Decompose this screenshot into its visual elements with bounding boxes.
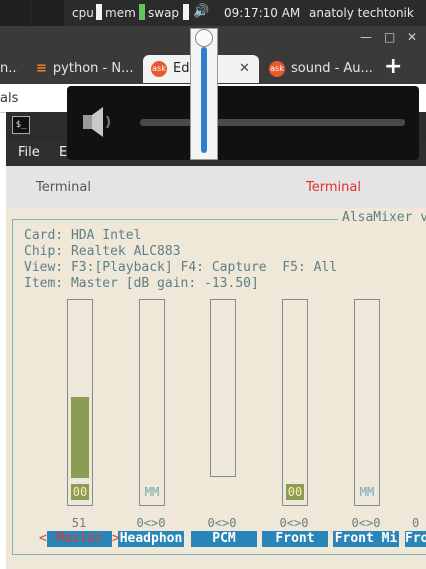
tab-label: Ed — [173, 61, 190, 76]
card-info: Card: HDA Intel — [24, 228, 142, 243]
mem-label: mem — [105, 6, 136, 20]
new-tab-button[interactable]: + — [384, 54, 402, 79]
cpu-label: cpu — [72, 6, 94, 20]
minimize-icon[interactable]: — — [360, 30, 372, 44]
speaker-volume-icon — [79, 102, 119, 142]
workspace-switcher[interactable] — [0, 0, 30, 26]
swap-meter[interactable] — [183, 4, 189, 20]
swap-label: swap — [148, 6, 180, 20]
tab-label: python - N... — [52, 61, 134, 76]
front-label[interactable]: Front — [262, 531, 328, 547]
front-mic-label[interactable]: Front Mi — [333, 531, 399, 547]
terminal-tab-2[interactable]: Terminal — [306, 180, 361, 195]
maximize-icon[interactable]: □ — [384, 30, 395, 44]
front-2-label[interactable]: Fro — [405, 531, 426, 547]
volume-level-fill — [201, 47, 207, 153]
user-name[interactable]: anatoly techtonik — [309, 6, 414, 20]
headphone-mute-state: MM — [144, 485, 160, 499]
headphone-value: 0<>0 — [136, 516, 166, 530]
front-mute-state: 00 — [286, 484, 304, 500]
workspace-switcher-2[interactable] — [31, 0, 64, 26]
tab-label: n... — [0, 61, 18, 76]
master-label[interactable]: Master — [47, 531, 112, 547]
askubuntu-icon: ask — [151, 60, 167, 77]
close-icon[interactable]: ✕ — [407, 30, 417, 44]
master-value: 51 — [71, 516, 87, 530]
alsamixer-info: Card: HDA Intel Chip: Realtek ALC883 Vie… — [24, 228, 337, 292]
page-text: als — [0, 91, 19, 106]
speaker-icon[interactable]: 🔊 — [193, 4, 209, 19]
front-2-value: 0 — [412, 516, 420, 530]
mem-meter[interactable] — [139, 4, 145, 20]
volume-slider-knob[interactable] — [195, 29, 213, 47]
tab-label: sound - Au... — [291, 61, 373, 76]
terminal-tab-1[interactable]: Terminal — [36, 180, 91, 195]
alsamixer-title: AlsaMixer v — [338, 210, 426, 225]
tab-python[interactable]: ≡ python - N... — [26, 55, 138, 83]
terminal-app-icon[interactable]: $_ — [12, 116, 30, 134]
tab-sound[interactable]: ask sound - Au... — [263, 55, 375, 83]
stackoverflow-icon: ≡ — [36, 61, 47, 76]
system-panel: cpu mem swap 🔊 09:17:10 AM anatoly techt… — [0, 0, 426, 26]
master-volume-bar[interactable]: 00 — [67, 299, 93, 506]
alsamixer-screen[interactable]: AlsaMixer v Card: HDA Intel Chip: Realte… — [6, 208, 426, 569]
chip-info: Chip: Realtek ALC883 — [24, 244, 181, 259]
menu-edit[interactable]: E — [59, 145, 67, 160]
item-info: Item: Master [dB gain: -13.50] — [24, 276, 259, 291]
volume-popup — [67, 86, 419, 160]
menu-file[interactable]: File — [18, 145, 40, 160]
pcm-value: 0<>0 — [207, 516, 237, 530]
selection-left-marker: < — [39, 531, 47, 546]
front-value: 0<>0 — [279, 516, 309, 530]
cpu-meter[interactable] — [96, 4, 102, 20]
front-mic-mute-state: MM — [359, 485, 375, 499]
volume-track[interactable] — [140, 119, 405, 126]
headphone-label[interactable]: Headphon — [118, 531, 184, 547]
tab-close-icon[interactable]: ✕ — [239, 55, 250, 83]
view-info: View: F3:[Playback] F4: Capture F5: All — [24, 260, 338, 275]
master-mute-state: 00 — [71, 484, 89, 500]
master-volume-fill — [71, 397, 89, 478]
pcm-label[interactable]: PCM — [191, 531, 257, 547]
volume-vertical-slider[interactable] — [190, 28, 218, 160]
askubuntu-icon: ask — [269, 60, 285, 77]
pcm-volume-bar[interactable] — [210, 299, 236, 477]
clock[interactable]: 09:17:10 AM — [224, 6, 300, 20]
tab-partial[interactable]: n... — [0, 55, 18, 83]
front-mic-value: 0<>0 — [351, 516, 381, 530]
headphone-volume-bar[interactable]: MM — [139, 299, 165, 506]
front-volume-bar[interactable]: 00 — [282, 299, 308, 506]
front-mic-volume-bar[interactable]: MM — [354, 299, 380, 506]
terminal-tabs: Terminal Terminal — [6, 166, 426, 209]
